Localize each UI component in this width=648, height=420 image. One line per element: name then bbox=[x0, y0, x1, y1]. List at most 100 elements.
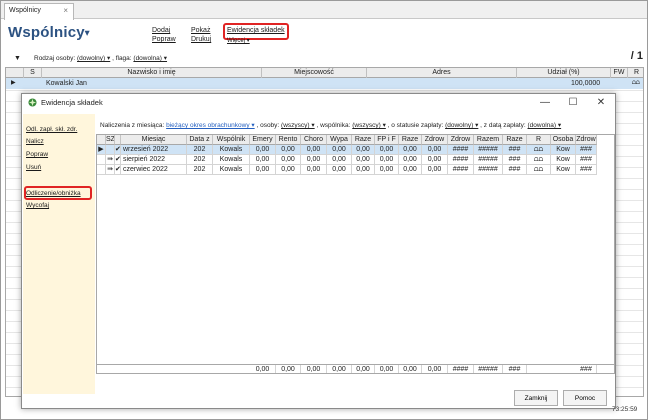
header-rento[interactable]: Rento bbox=[276, 135, 301, 145]
row-marker-icon: ▶ bbox=[97, 145, 106, 155]
cell-r-icon: ⩍⩍ bbox=[527, 155, 551, 165]
header-choro[interactable]: Choro bbox=[301, 135, 327, 145]
sidebar-item-usun[interactable]: Usuń bbox=[26, 164, 41, 171]
cell-raze1: 0,00 bbox=[352, 155, 375, 165]
header-data[interactable]: Data z bbox=[187, 135, 213, 145]
cell-wypa: 0,00 bbox=[327, 165, 352, 175]
header-raze2[interactable]: Raze bbox=[399, 135, 422, 145]
table-row[interactable]: ▶ Kowalski Jan 100,0000 ⩍⩍ bbox=[6, 78, 643, 89]
chevron-down-icon: ▾ bbox=[84, 27, 90, 38]
sz-arrow-icon: ⇛ bbox=[106, 165, 115, 175]
tab-wspolnicy[interactable]: Wspólnicy × bbox=[4, 3, 74, 20]
cell-raze1: 0,00 bbox=[352, 145, 375, 155]
header-s[interactable]: S bbox=[24, 68, 42, 78]
add-button[interactable]: Dodaj bbox=[152, 27, 170, 34]
dialog-sidebar: Odl. zapł. skł. zdr. Nalicz Popraw Usuń … bbox=[23, 114, 95, 394]
header-wspolnik[interactable]: Wspólnik bbox=[213, 135, 250, 145]
edit-button[interactable]: Popraw bbox=[152, 36, 176, 43]
total-zdrow2: #### bbox=[448, 365, 474, 373]
cell-raze2: 0,00 bbox=[399, 145, 422, 155]
filter-toggle-icon[interactable]: ▼ bbox=[14, 55, 21, 62]
cell-raze2: 0,00 bbox=[399, 165, 422, 175]
header-zdrow3[interactable]: Zdrow bbox=[576, 135, 597, 145]
page-title[interactable]: Wspólnicy▾ bbox=[8, 24, 90, 41]
cell-choro: 0,00 bbox=[301, 155, 327, 165]
cell-zdrow: ### bbox=[576, 145, 597, 155]
cell-zdrow: ### bbox=[576, 155, 597, 165]
total-emery: 0,00 bbox=[250, 365, 276, 373]
tab-bar: Wspólnicy × bbox=[1, 1, 647, 20]
header-selector bbox=[6, 68, 24, 78]
header-osoba[interactable]: Osoba bbox=[551, 135, 576, 145]
close-dialog-icon[interactable]: ✕ bbox=[591, 96, 611, 110]
cell-osoba: Kow bbox=[551, 165, 576, 175]
total-raze2: 0,00 bbox=[399, 365, 422, 373]
header-r[interactable]: R bbox=[527, 135, 551, 145]
totals-row: 0,00 0,00 0,00 0,00 0,00 0,00 0,00 0,00 #### ####… bbox=[97, 364, 614, 373]
header-wypa[interactable]: Wypa bbox=[327, 135, 352, 145]
ewidencja-skladek-button[interactable]: Ewidencja składek bbox=[227, 27, 285, 34]
cell-osoba: Kow bbox=[551, 155, 576, 165]
cell-emery: 0,00 bbox=[250, 145, 276, 155]
sidebar-item-wycofaj[interactable]: Wycofaj bbox=[26, 202, 49, 209]
header-emery[interactable]: Emery bbox=[250, 135, 276, 145]
header-udzial[interactable]: Udział (%) bbox=[517, 68, 611, 78]
header-r[interactable]: R bbox=[628, 68, 645, 78]
data-zaplaty-select[interactable]: (dowolna) ▾ bbox=[528, 122, 562, 129]
show-button[interactable]: Pokaż bbox=[191, 27, 210, 34]
cell-data: 202 bbox=[187, 155, 213, 165]
help-button[interactable]: Pomoc bbox=[563, 390, 607, 406]
cell-miesiac: wrzesień 2022 bbox=[121, 145, 187, 155]
maximize-icon[interactable]: ☐ bbox=[563, 96, 583, 110]
cell-razem: ##### bbox=[474, 155, 503, 165]
total-rento: 0,00 bbox=[276, 365, 301, 373]
header-sz[interactable]: SZ bbox=[106, 135, 115, 145]
wspolnika-select[interactable]: (wszyscy) ▾ bbox=[352, 122, 386, 129]
header-fpif[interactable]: FP i F bbox=[375, 135, 399, 145]
rodzaj-select[interactable]: (dowolny) ▾ bbox=[77, 55, 110, 62]
cell-miesiac: sierpień 2022 bbox=[121, 155, 187, 165]
cell-r-icon: ⩍⩍ bbox=[527, 165, 551, 175]
header-fw[interactable]: FW bbox=[611, 68, 628, 78]
header-nazwisko[interactable]: Nazwisko i imię bbox=[42, 68, 262, 78]
header-zdrow2[interactable]: Zdrow bbox=[448, 135, 474, 145]
cell-razem: ##### bbox=[474, 165, 503, 175]
header-raze3[interactable]: Raze bbox=[503, 135, 527, 145]
cell-rento: 0,00 bbox=[276, 155, 301, 165]
close-icon[interactable]: × bbox=[63, 6, 68, 15]
cell-data: 202 bbox=[187, 165, 213, 175]
sidebar-item-odl-zapl[interactable]: Odl. zapł. skł. zdr. bbox=[26, 126, 77, 133]
minimize-icon[interactable]: — bbox=[535, 96, 555, 110]
header-selector[interactable] bbox=[97, 135, 106, 145]
header-adres[interactable]: Adres bbox=[367, 68, 517, 78]
dialog-title: Ewidencja składek bbox=[41, 98, 103, 107]
close-button[interactable]: Zamknij bbox=[514, 390, 558, 406]
header-raze1[interactable]: Raze bbox=[352, 135, 375, 145]
cell-emery: 0,00 bbox=[250, 155, 276, 165]
cell-miesiac: czerwiec 2022 bbox=[121, 165, 187, 175]
status-select[interactable]: (dowolny) ▾ bbox=[445, 122, 478, 129]
cell-zdrow1: 0,00 bbox=[422, 165, 448, 175]
naliczenia-select[interactable]: bieżący okres obrachunkowy ▾ bbox=[166, 122, 255, 129]
cell-data: 202 bbox=[187, 145, 213, 155]
more-button[interactable]: Więcej ▾ bbox=[227, 37, 250, 44]
flaga-select[interactable]: (dowolna) ▾ bbox=[133, 55, 167, 62]
cell-r-icon: ⩍⩍ bbox=[527, 145, 551, 155]
cell-zdrow2: #### bbox=[448, 165, 474, 175]
header-zdrow1[interactable]: Zdrow bbox=[422, 135, 448, 145]
app-logo-icon bbox=[28, 98, 37, 107]
cell-r-icon: ⩍⩍ bbox=[632, 80, 640, 86]
total-choro: 0,00 bbox=[301, 365, 327, 373]
header-miesiac[interactable]: Miesiąc bbox=[121, 135, 187, 145]
print-button[interactable]: Drukuj bbox=[191, 36, 211, 43]
total-raze1: 0,00 bbox=[352, 365, 375, 373]
header-razem[interactable]: Razem bbox=[474, 135, 503, 145]
cell-choro: 0,00 bbox=[301, 165, 327, 175]
osoby-select[interactable]: (wszyscy) ▾ bbox=[281, 122, 315, 129]
cell-raze3: ### bbox=[503, 145, 527, 155]
sidebar-item-odliczenie[interactable]: Odliczenie/obniżka bbox=[26, 190, 81, 197]
status-time: 73:25:59 bbox=[612, 406, 638, 413]
sidebar-item-popraw[interactable]: Popraw bbox=[26, 151, 48, 158]
sidebar-item-nalicz[interactable]: Nalicz bbox=[26, 138, 44, 145]
header-miejscowosc[interactable]: Miejscowość bbox=[262, 68, 367, 78]
